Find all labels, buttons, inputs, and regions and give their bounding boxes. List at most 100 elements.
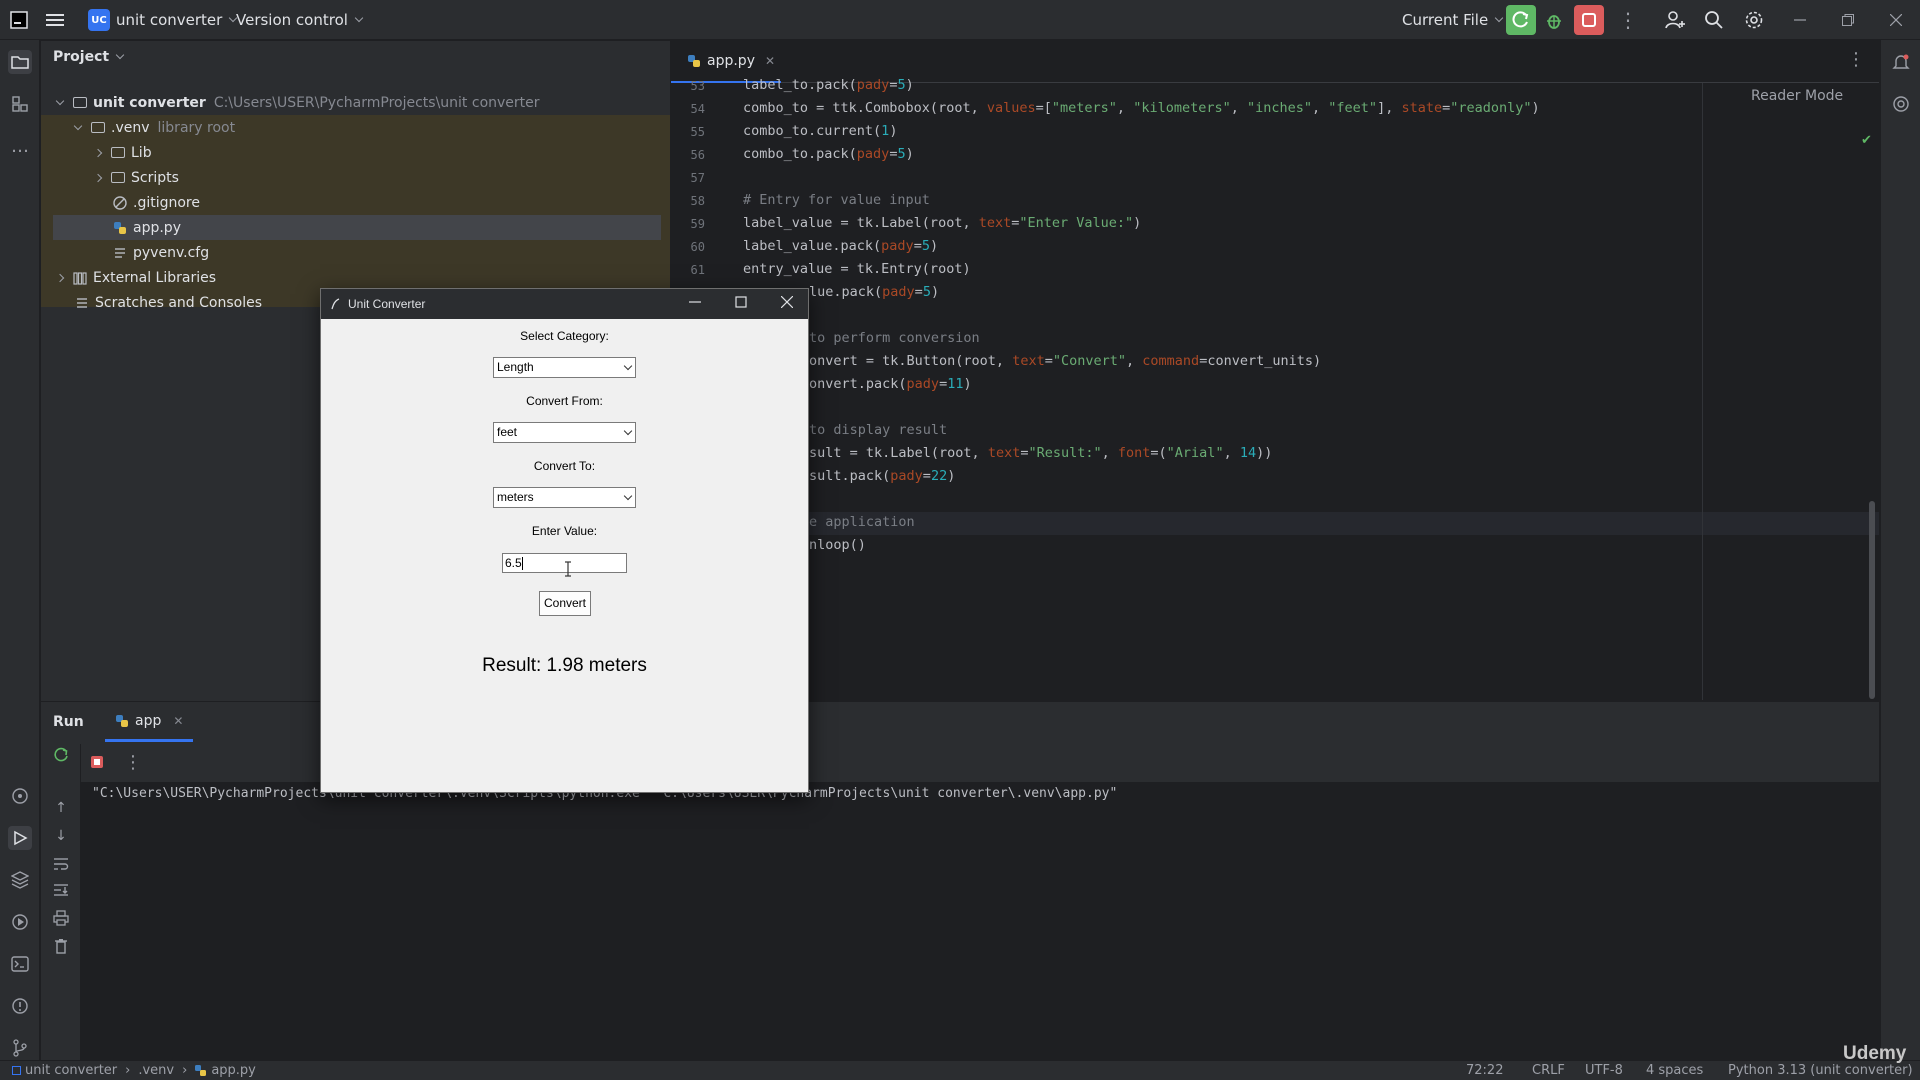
tree-item-scripts[interactable]: Scripts <box>41 165 670 190</box>
debug-icon[interactable] <box>1544 0 1564 40</box>
settings-gear-icon[interactable] <box>1744 0 1764 40</box>
run-tool-icon[interactable] <box>8 826 32 850</box>
code-with-me-icon[interactable] <box>1664 0 1686 40</box>
convert-from-combobox[interactable]: feet <box>493 422 636 443</box>
line-number: 55 <box>690 125 705 139</box>
tree-item-pyvenv-cfg[interactable]: pyvenv.cfg <box>41 240 670 265</box>
tree-item-app-py[interactable]: app.py <box>41 215 670 240</box>
line-number: 56 <box>690 148 705 162</box>
problems-icon[interactable] <box>8 994 32 1018</box>
convert-to-combobox[interactable]: meters <box>493 487 636 508</box>
chevron-right-icon: › <box>125 1063 131 1078</box>
tree-item-label: External Libraries <box>93 269 216 286</box>
close-icon[interactable] <box>780 295 794 311</box>
tree-item-label: pyvenv.cfg <box>133 244 210 261</box>
file-encoding[interactable]: UTF-8 <box>1585 1063 1623 1078</box>
python-console-icon[interactable] <box>8 784 32 808</box>
python-packages-icon[interactable] <box>8 868 32 892</box>
tree-item-label: Lib <box>131 144 152 161</box>
python-file-icon <box>688 55 700 67</box>
tree-item-label: app.py <box>133 219 181 236</box>
scroll-to-end-icon[interactable] <box>49 878 73 902</box>
tree-item-unit-converter[interactable]: unit converter C:\Users\USER\PycharmProj… <box>41 90 670 115</box>
inspection-ok-icon[interactable]: ✔ <box>1861 133 1872 148</box>
soft-wrap-icon[interactable] <box>49 852 73 876</box>
minimize-icon[interactable] <box>689 296 701 311</box>
main-menu-icon[interactable] <box>46 0 64 40</box>
restore-icon[interactable] <box>1842 0 1854 40</box>
convert-button[interactable]: Convert <box>539 591 591 616</box>
vcs-menu[interactable]: Version control <box>236 0 364 40</box>
chevron-down-icon[interactable] <box>623 491 633 501</box>
terminal-icon[interactable] <box>8 952 32 976</box>
line-separator[interactable]: CRLF <box>1532 1063 1565 1078</box>
tab-close-icon[interactable]: ✕ <box>765 54 775 68</box>
tree-item-lib[interactable]: Lib <box>41 140 670 165</box>
reader-mode-button[interactable]: Reader Mode <box>1751 88 1843 104</box>
chevron-right-icon[interactable] <box>93 173 103 182</box>
tree-item-label: .gitignore <box>133 194 200 211</box>
ignore-file-icon <box>113 195 127 210</box>
close-icon[interactable] <box>1890 0 1902 40</box>
maximize-icon[interactable] <box>735 296 747 311</box>
right-margin-guide <box>1702 83 1703 700</box>
ai-assistant-icon[interactable] <box>1889 92 1913 116</box>
project-switcher[interactable]: UC unit converter <box>88 0 238 40</box>
chevron-down-icon[interactable] <box>623 361 633 371</box>
breadcrumb: unit converter › .venv › app.py <box>12 1063 256 1078</box>
search-icon[interactable] <box>1704 0 1724 40</box>
clear-trash-icon[interactable] <box>49 934 73 958</box>
tree-item-gitignore[interactable]: .gitignore <box>41 190 670 215</box>
rerun-button[interactable] <box>1506 0 1536 40</box>
chevron-right-icon[interactable] <box>93 148 103 157</box>
chevron-down-icon[interactable] <box>55 96 65 105</box>
breadcrumb-project[interactable]: unit converter <box>25 1063 117 1078</box>
tree-item-external-libraries[interactable]: External Libraries <box>41 265 670 290</box>
chevron-right-icon[interactable] <box>55 273 65 282</box>
scroll-down-icon[interactable]: ↓ <box>49 824 73 848</box>
more-tools-icon[interactable]: … <box>8 134 32 158</box>
services-icon[interactable] <box>8 910 32 934</box>
folder-icon <box>73 97 87 108</box>
notifications-bell-icon[interactable] <box>1889 50 1913 74</box>
breadcrumb-venv[interactable]: .venv <box>138 1063 174 1078</box>
console-output[interactable]: "C:\Users\USER\PycharmProjects\unit conv… <box>81 782 1879 1061</box>
breadcrumb-file[interactable]: app.py <box>211 1063 256 1078</box>
stop-icon[interactable] <box>85 750 109 774</box>
category-combobox[interactable]: Length <box>493 357 636 378</box>
editor-more-icon[interactable]: ⋮ <box>1847 49 1865 70</box>
tk-window-title: Unit Converter <box>348 297 426 311</box>
tree-item-venv[interactable]: .venv library root <box>41 115 670 140</box>
indent-setting[interactable]: 4 spaces <box>1646 1063 1703 1078</box>
cursor-position[interactable]: 72:22 <box>1466 1063 1503 1078</box>
editor-scrollbar[interactable] <box>1869 501 1875 699</box>
stop-button[interactable] <box>1574 0 1604 40</box>
code-line: combo_to = ttk.Combobox(root, values=["m… <box>743 100 1540 116</box>
tree-item-label: Scripts <box>131 169 179 186</box>
print-icon[interactable] <box>49 906 73 930</box>
line-number: 57 <box>690 171 705 185</box>
structure-icon[interactable] <box>8 92 32 116</box>
tree-item-label: Scratches and Consoles <box>95 294 262 311</box>
title-bar: UC unit converter Version control Curren… <box>0 0 1920 40</box>
minimize-icon[interactable] <box>1794 0 1806 40</box>
ide-logo-icon[interactable] <box>10 0 28 40</box>
chevron-down-icon[interactable] <box>73 121 83 130</box>
enter-value-label: Enter Value: <box>531 524 598 538</box>
project-view-icon[interactable] <box>8 50 32 74</box>
project-panel-header[interactable]: Project <box>53 49 125 65</box>
tab-app-run[interactable]: app ✕ <box>105 702 194 742</box>
more-actions-icon[interactable]: ⋮ <box>113 744 153 782</box>
run-config-selector[interactable]: Current File <box>1402 0 1504 40</box>
close-icon[interactable]: ✕ <box>173 714 183 728</box>
python-interpreter[interactable]: Python 3.13 (unit converter) <box>1728 1063 1913 1078</box>
scroll-up-icon[interactable]: ↑ <box>49 796 73 820</box>
code-editor[interactable]: app.py ✕ ⋮ 53 54 55 56 57 58 59 60 61 la… <box>671 41 1879 700</box>
folder-icon <box>111 172 125 183</box>
more-actions-icon[interactable]: ⋮ <box>1618 0 1638 40</box>
git-branch-icon[interactable] <box>8 1036 32 1060</box>
code-line: label_value = tk.Label(root, text="Enter… <box>743 215 1142 231</box>
tk-title-bar[interactable]: Unit Converter <box>321 289 808 319</box>
chevron-down-icon[interactable] <box>623 426 633 436</box>
rerun-icon[interactable] <box>49 742 73 766</box>
